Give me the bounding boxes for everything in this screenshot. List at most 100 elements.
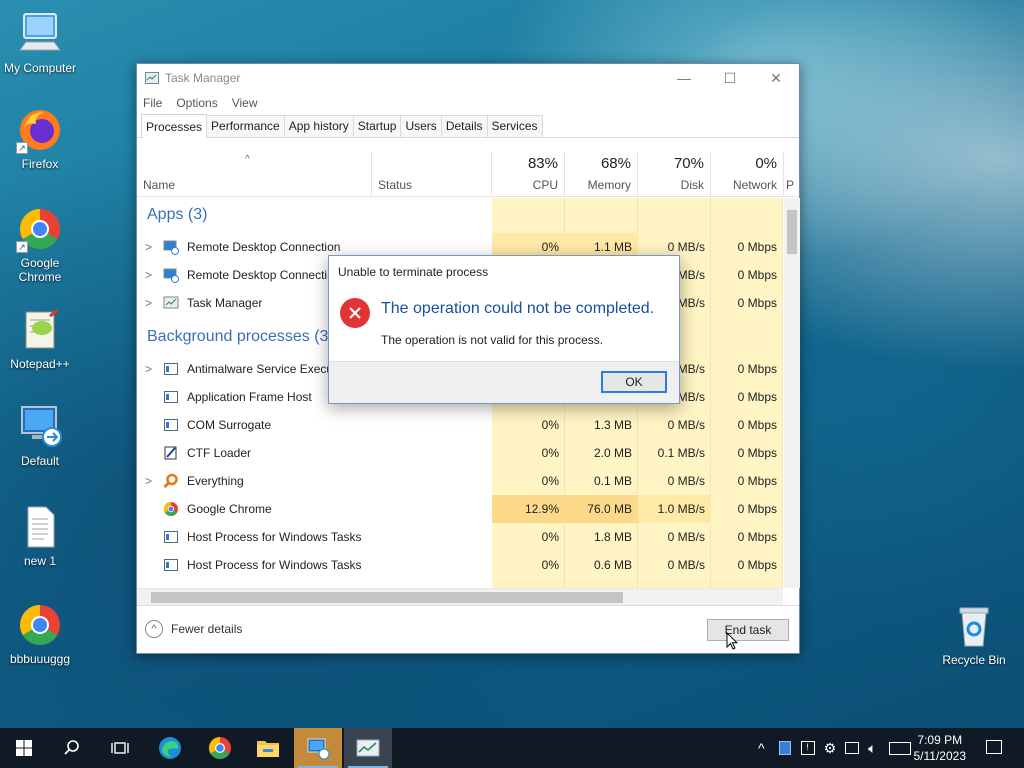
menu-bar: File Options View [137,92,799,114]
chevron-up-icon[interactable]: ^ [758,740,765,756]
menu-file[interactable]: File [143,96,162,110]
desktop-icon-google-chrome[interactable]: ↗ Google Chrome [0,205,80,284]
search-icon [64,740,79,755]
tab-services[interactable]: Services [486,115,543,137]
start-button[interactable] [0,728,48,768]
expand-chevron-icon[interactable]: > [145,268,159,282]
task-view-icon [111,742,129,754]
column-header-status[interactable]: Status [372,152,492,197]
taskbar-remote-desktop[interactable] [294,728,342,768]
close-button[interactable]: ✕ [753,64,799,92]
chrome-icon [16,601,64,649]
edge-icon [159,737,181,759]
window-title: Task Manager [165,71,241,85]
chrome-icon [209,737,231,759]
monitor-icon[interactable] [845,742,860,754]
table-row[interactable]: > Everything 0% 0.1 MB 0 MB/s 0 Mbps [137,467,783,495]
taskbar: ^ ! ⚙ 🔈︎ 7:09 PM 5/11/2023 [0,728,1024,768]
task-view-button[interactable] [96,728,144,768]
remote-desktop-icon [16,403,64,451]
menu-options[interactable]: Options [176,96,217,110]
tab-app-history[interactable]: App history [283,115,354,137]
dialog-detail-message: The operation is not valid for this proc… [381,333,604,347]
desktop-icon-recycle-bin[interactable]: Recycle Bin [934,602,1014,667]
dialog-main-message: The operation could not be completed. [381,300,655,317]
column-header-disk[interactable]: 70% Disk [638,152,711,197]
everything-search-icon [163,473,178,489]
service-window-icon [164,419,178,431]
desktop-icon-my-computer[interactable]: My Computer [0,10,80,75]
table-row[interactable]: Host Process for Windows Tasks 0% 0.6 MB… [137,551,783,579]
clock-time: 7:09 PM [917,733,963,747]
horizontal-scrollbar[interactable] [137,588,783,605]
sort-ascending-icon: ^ [245,154,250,165]
maximize-button[interactable]: ☐ [707,64,753,92]
error-dialog: Unable to terminate process The operatio… [328,255,680,404]
fewer-details-button[interactable]: ^ Fewer details [145,620,242,638]
tab-processes[interactable]: Processes [141,114,208,138]
taskbar-edge[interactable] [146,728,194,768]
desktop-icon-label: Google Chrome [18,256,62,284]
service-window-icon [164,531,178,543]
expand-chevron-icon[interactable]: > [145,362,159,376]
footer-bar: ^ Fewer details End task [137,605,799,653]
taskbar-task-manager[interactable] [344,728,392,768]
tab-details[interactable]: Details [440,115,488,137]
end-task-button[interactable]: End task [707,619,789,641]
vertical-scrollbar[interactable] [784,198,800,588]
column-header-memory[interactable]: 68% Memory [565,152,638,197]
tab-performance[interactable]: Performance [206,115,285,137]
search-button[interactable] [48,728,96,768]
table-row[interactable]: CTF Loader 0% 2.0 MB 0.1 MB/s 0 Mbps [137,439,783,467]
desktop-icon-notepadpp[interactable]: Notepad++ [0,306,80,371]
scrollbar-thumb[interactable] [787,210,797,254]
volume-icon[interactable]: 🔈︎ [868,740,876,757]
table-row[interactable]: Google Chrome 12.9% 76.0 MB 1.0 MB/s 0 M… [137,495,783,523]
column-header-cpu[interactable]: 83% CPU [492,152,565,197]
notification-icon[interactable] [986,740,1002,754]
ctf-loader-icon [164,446,177,460]
tablet-icon[interactable] [778,741,791,755]
expand-chevron-icon[interactable]: > [145,296,159,310]
menu-view[interactable]: View [232,96,258,110]
desktop-icon-label: Recycle Bin [942,653,1006,667]
desktop-icon-label: Firefox [21,157,59,171]
tab-users[interactable]: Users [400,115,442,137]
column-header-network[interactable]: 0% Network [711,152,784,197]
tab-startup[interactable]: Startup [352,115,402,137]
minimize-button[interactable]: — [661,64,707,92]
ok-button[interactable]: OK [601,371,667,393]
tab-strip: Processes Performance App history Startu… [137,114,799,138]
chevron-up-icon: ^ [145,620,163,638]
taskbar-chrome[interactable] [196,728,244,768]
keyboard-icon[interactable] [888,741,911,755]
table-row[interactable]: COM Surrogate 0% 1.3 MB 0 MB/s 0 Mbps [137,411,783,439]
desktop-icon-firefox[interactable]: ↗ Firefox [0,106,80,171]
settings-icon[interactable]: ⚙ [824,740,837,757]
desktop-icon-label: new 1 [23,554,57,568]
group-header-background: Background processes (36 [147,328,338,345]
task-manager-icon [356,739,380,757]
chrome-icon [164,502,178,516]
scrollbar-thumb[interactable] [151,592,623,603]
desktop-icon-default[interactable]: Default [0,403,80,468]
mouse-pointer-icon [726,632,738,650]
folder-icon [257,741,279,757]
clock-date: 5/11/2023 [913,749,967,763]
windows-logo-icon [16,740,32,756]
network-warning-icon[interactable]: ! [800,741,815,755]
taskbar-file-explorer[interactable] [244,728,292,768]
task-manager-icon [163,296,179,309]
table-row[interactable]: Host Process for Windows Tasks 0% 1.8 MB… [137,523,783,551]
desktop-icon-bbbuuuggg[interactable]: bbbuuuggg [0,601,80,666]
column-header-name[interactable]: ^ Name [137,152,372,197]
group-header-apps: Apps (3) [147,206,208,223]
column-header-power[interactable]: P [784,152,800,197]
remote-desktop-icon [163,268,179,283]
expand-chevron-icon[interactable]: > [145,474,159,488]
desktop-icon-label: My Computer [3,61,77,75]
desktop-icon-label: bbbuuuggg [9,652,71,666]
desktop-icon-new-1[interactable]: new 1 [0,503,80,568]
clock[interactable]: 7:09 PM 5/11/2023 [914,732,967,764]
expand-chevron-icon[interactable]: > [145,240,159,254]
